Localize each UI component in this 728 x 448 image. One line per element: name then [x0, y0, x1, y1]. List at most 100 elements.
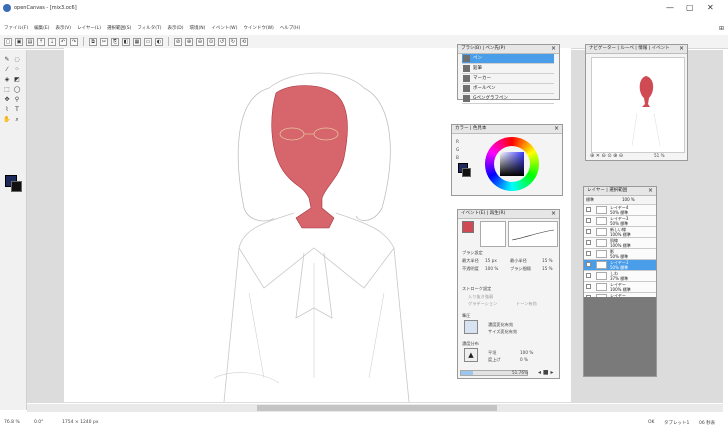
- pressure-option-2[interactable]: サイズ変化有効: [488, 329, 517, 335]
- brush-spacing-value[interactable]: 15 %: [542, 266, 553, 271]
- panel-close-icon[interactable]: ×: [679, 45, 684, 53]
- spray-tool-icon[interactable]: ⁘: [13, 66, 21, 74]
- brush-item[interactable]: マーカー: [462, 74, 554, 84]
- wand-icon[interactable]: ⚲: [13, 96, 21, 104]
- layer-row[interactable]: レイヤー4 50% 標準: [584, 205, 656, 216]
- horizontal-scroll-thumb[interactable]: [257, 405, 497, 411]
- navigator-preview[interactable]: [591, 57, 685, 153]
- lasso-icon[interactable]: ◯: [13, 86, 21, 94]
- toolbar-button-5[interactable]: ↶: [59, 37, 67, 46]
- toolbar-button-7[interactable]: ⧉: [89, 37, 97, 46]
- saturation-square[interactable]: [500, 152, 524, 176]
- stroke-option-3[interactable]: トーン有効: [516, 301, 537, 307]
- toolbar-button-20[interactable]: ⟲: [240, 37, 248, 46]
- brush-item[interactable]: Gペングラフペン: [462, 94, 554, 104]
- layer-row[interactable]: レイヤー 100% 標準: [584, 282, 656, 293]
- layer-row[interactable]: しわ 37% 標準: [584, 271, 656, 282]
- visibility-checkbox-icon[interactable]: [586, 262, 591, 267]
- toolbar-button-8[interactable]: ✂: [100, 37, 108, 46]
- menu-item-6[interactable]: 表示(D): [168, 25, 184, 33]
- maximize-button[interactable]: ▢: [686, 3, 694, 13]
- brush-item[interactable]: ペン: [462, 54, 554, 64]
- playback-controls-icon[interactable]: ◂ ■ ▸: [538, 369, 554, 376]
- horizontal-scrollbar[interactable]: [27, 404, 723, 412]
- toolbar-button-19[interactable]: ↻: [229, 37, 237, 46]
- visibility-checkbox-icon[interactable]: [586, 218, 591, 223]
- brush-color-chip[interactable]: [462, 221, 474, 233]
- layer-opacity[interactable]: 100 %: [622, 196, 635, 204]
- menu-item-8[interactable]: イベント(W): [211, 25, 237, 33]
- menu-item-2[interactable]: 表示(V): [55, 25, 71, 33]
- toolbar-button-1[interactable]: ▣: [15, 37, 23, 46]
- toolbar-button-13[interactable]: ◐: [155, 37, 163, 46]
- toolbar-button-6[interactable]: ↷: [70, 37, 78, 46]
- max-radius-value[interactable]: 15 px: [485, 258, 497, 263]
- toolbar-button-16[interactable]: ⊖: [196, 37, 204, 46]
- navigator-tabs[interactable]: ナビゲーター | ルーペ | 情報 | イベント: [589, 46, 670, 51]
- layer-blend-mode[interactable]: 標準: [586, 197, 594, 202]
- density-icon[interactable]: ▲: [464, 348, 478, 362]
- pressure-icon[interactable]: [464, 320, 478, 334]
- toolbar-button-17[interactable]: ⊙: [207, 37, 215, 46]
- brush-item[interactable]: ボールペン: [462, 84, 554, 94]
- panel-close-icon[interactable]: ×: [648, 187, 653, 195]
- move-tool-icon[interactable]: ✥: [3, 96, 11, 104]
- minimize-button[interactable]: —: [666, 3, 674, 13]
- pressure-curve[interactable]: [508, 221, 558, 247]
- menu-item-3[interactable]: レイヤー(L): [77, 25, 101, 33]
- layer-row[interactable]: 肌線 100% 標準: [584, 238, 656, 249]
- grid-icon[interactable]: ⊞: [719, 25, 724, 32]
- hue-ring[interactable]: [485, 137, 539, 191]
- menu-item-0[interactable]: ファイル(F): [4, 25, 28, 33]
- menu-item-4[interactable]: 選択範囲(S): [107, 25, 131, 33]
- menu-item-9[interactable]: ウインドウ(W): [243, 25, 273, 33]
- toolbar-button-9[interactable]: ⎘: [111, 37, 119, 46]
- visibility-checkbox-icon[interactable]: [586, 251, 591, 256]
- visibility-checkbox-icon[interactable]: [586, 207, 591, 212]
- stroke-option-1[interactable]: 入り抜き強弱: [468, 294, 493, 300]
- visibility-checkbox-icon[interactable]: [586, 273, 591, 278]
- eyedropper-icon[interactable]: ⌇: [3, 106, 11, 114]
- event-panel-tabs[interactable]: イベント(E) | 再生(R): [461, 211, 505, 216]
- density-row-1-value[interactable]: 100 %: [520, 350, 533, 355]
- brush-item[interactable]: 鉛筆: [462, 64, 554, 74]
- panel-close-icon[interactable]: ×: [551, 45, 556, 53]
- menu-item-5[interactable]: フィルタ(T): [137, 25, 161, 33]
- brush-tool-icon[interactable]: ⁄: [3, 66, 11, 74]
- toolbar-button-0[interactable]: ▢: [4, 37, 12, 46]
- visibility-checkbox-icon[interactable]: [586, 284, 591, 289]
- toolbar-button-15[interactable]: ⊕: [185, 37, 193, 46]
- layer-panel-tabs[interactable]: レイヤー | 選択範囲: [587, 188, 627, 193]
- toolbar-button-12[interactable]: ▭: [144, 37, 152, 46]
- toolbar-button-11[interactable]: ▦: [133, 37, 141, 46]
- navigator-tools-icon[interactable]: ⊕ ✕ ⊖ ⊙ ⊕ ⊖: [590, 153, 623, 159]
- visibility-checkbox-icon[interactable]: [586, 229, 591, 234]
- zoom-tool-icon[interactable]: ⌕: [13, 116, 21, 124]
- toolbar-button-4[interactable]: ⇣: [48, 37, 56, 46]
- toolbar-button-14[interactable]: ⊘: [174, 37, 182, 46]
- eraser-tool-icon[interactable]: ◌: [13, 56, 21, 64]
- select-rect-icon[interactable]: ⬚: [3, 86, 11, 94]
- toolbar-button-18[interactable]: ↺: [218, 37, 226, 46]
- menu-item-1[interactable]: 編集(E): [34, 25, 49, 33]
- hand-tool-icon[interactable]: ✋: [3, 116, 11, 124]
- bg-color-chip[interactable]: [462, 168, 471, 177]
- panel-close-icon[interactable]: ×: [551, 210, 556, 218]
- color-panel-tabs[interactable]: カラー | 色見本: [455, 126, 486, 131]
- toolbar-button-2[interactable]: ▤: [26, 37, 34, 46]
- close-button[interactable]: ✕: [707, 3, 714, 13]
- pressure-option-1[interactable]: 濃度変化有効: [488, 322, 513, 328]
- background-color-swatch[interactable]: [11, 181, 22, 192]
- stroke-option-2[interactable]: グラデーション: [468, 301, 497, 307]
- layer-row[interactable]: レイヤー1 50% 標準: [584, 260, 656, 271]
- min-radius-value[interactable]: 15 %: [542, 258, 553, 263]
- toolbar-button-10[interactable]: ◧: [122, 37, 130, 46]
- layer-row[interactable]: 影 50% 標準: [584, 249, 656, 260]
- text-tool-icon[interactable]: T: [13, 106, 21, 114]
- pen-tool-icon[interactable]: ✎: [3, 56, 11, 64]
- navigator-zoom[interactable]: 51 %: [654, 153, 665, 158]
- menu-item-7[interactable]: 環境(N): [189, 25, 205, 33]
- density-row-2-value[interactable]: 0 %: [520, 357, 528, 362]
- menu-item-10[interactable]: ヘルプ(H): [280, 25, 300, 33]
- opacity-value[interactable]: 100 %: [485, 266, 498, 271]
